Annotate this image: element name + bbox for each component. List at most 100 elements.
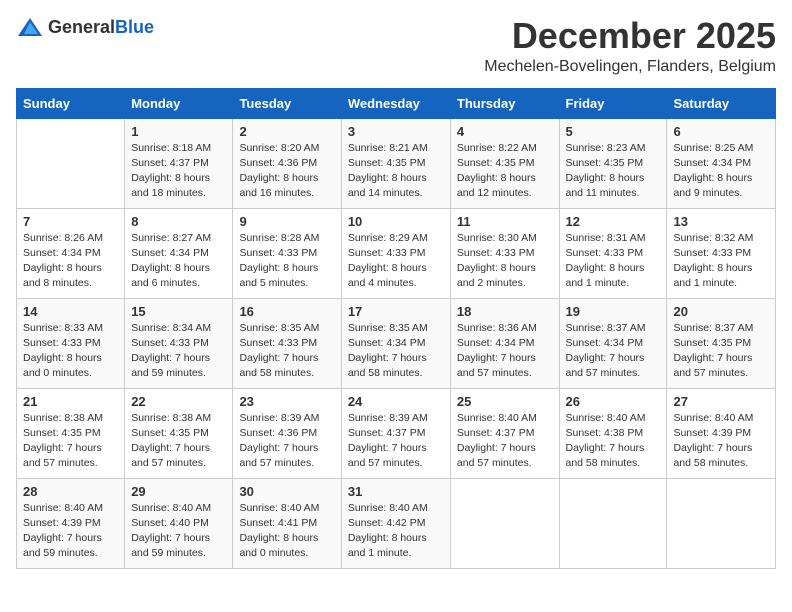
- calendar-week-row: 7 Sunrise: 8:26 AM Sunset: 4:34 PM Daylig…: [17, 208, 776, 298]
- day-info: Sunrise: 8:40 AM Sunset: 4:37 PM Dayligh…: [457, 411, 553, 472]
- calendar-cell: 9 Sunrise: 8:28 AM Sunset: 4:33 PM Daylig…: [233, 208, 341, 298]
- calendar-cell: [667, 478, 776, 568]
- day-number: 9: [239, 214, 334, 229]
- column-header-sunday: Sunday: [17, 88, 125, 118]
- day-number: 4: [457, 124, 553, 139]
- calendar-table: SundayMondayTuesdayWednesdayThursdayFrid…: [16, 88, 776, 569]
- calendar-cell: 13Sunrise: 8:32 AM Sunset: 4:33 PM Dayli…: [667, 208, 776, 298]
- calendar-header-row: SundayMondayTuesdayWednesdayThursdayFrid…: [17, 88, 776, 118]
- logo-general: GeneralBlue: [48, 18, 154, 38]
- day-info: Sunrise: 8:39 AM Sunset: 4:36 PM Dayligh…: [239, 411, 334, 472]
- logo: GeneralBlue: [16, 16, 154, 40]
- day-number: 15: [131, 304, 226, 319]
- column-header-thursday: Thursday: [450, 88, 559, 118]
- calendar-cell: 5 Sunrise: 8:23 AM Sunset: 4:35 PM Daylig…: [559, 118, 667, 208]
- day-info: Sunrise: 8:38 AM Sunset: 4:35 PM Dayligh…: [23, 411, 118, 472]
- day-info: Sunrise: 8:26 AM Sunset: 4:34 PM Dayligh…: [23, 231, 118, 292]
- calendar-cell: 8 Sunrise: 8:27 AM Sunset: 4:34 PM Daylig…: [125, 208, 233, 298]
- column-header-monday: Monday: [125, 88, 233, 118]
- day-info: Sunrise: 8:21 AM Sunset: 4:35 PM Dayligh…: [348, 141, 444, 202]
- day-info: Sunrise: 8:32 AM Sunset: 4:33 PM Dayligh…: [673, 231, 769, 292]
- day-info: Sunrise: 8:35 AM Sunset: 4:34 PM Dayligh…: [348, 321, 444, 382]
- calendar-cell: 30 Sunrise: 8:40 AM Sunset: 4:41 PM Dayli…: [233, 478, 341, 568]
- day-info: Sunrise: 8:30 AM Sunset: 4:33 PM Dayligh…: [457, 231, 553, 292]
- day-info: Sunrise: 8:40 AM Sunset: 4:41 PM Dayligh…: [239, 501, 334, 562]
- day-info: Sunrise: 8:35 AM Sunset: 4:33 PM Dayligh…: [239, 321, 334, 382]
- logo-icon: [16, 16, 44, 40]
- calendar-cell: 26Sunrise: 8:40 AM Sunset: 4:38 PM Dayli…: [559, 388, 667, 478]
- calendar-cell: 2Sunrise: 8:20 AM Sunset: 4:36 PM Daylig…: [233, 118, 341, 208]
- day-number: 16: [239, 304, 334, 319]
- calendar-cell: 10 Sunrise: 8:29 AM Sunset: 4:33 PM Dayli…: [341, 208, 450, 298]
- day-info: Sunrise: 8:40 AM Sunset: 4:38 PM Dayligh…: [566, 411, 661, 472]
- day-number: 3: [348, 124, 444, 139]
- calendar-cell: 19 Sunrise: 8:37 AM Sunset: 4:34 PM Dayli…: [559, 298, 667, 388]
- day-number: 2: [239, 124, 334, 139]
- day-info: Sunrise: 8:22 AM Sunset: 4:35 PM Dayligh…: [457, 141, 553, 202]
- day-info: Sunrise: 8:28 AM Sunset: 4:33 PM Dayligh…: [239, 231, 334, 292]
- day-number: 28: [23, 484, 118, 499]
- calendar-cell: 17 Sunrise: 8:35 AM Sunset: 4:34 PM Dayli…: [341, 298, 450, 388]
- calendar-week-row: 21 Sunrise: 8:38 AM Sunset: 4:35 PM Dayli…: [17, 388, 776, 478]
- day-info: Sunrise: 8:40 AM Sunset: 4:40 PM Dayligh…: [131, 501, 226, 562]
- day-number: 5: [566, 124, 661, 139]
- calendar-cell: 31 Sunrise: 8:40 AM Sunset: 4:42 PM Dayli…: [341, 478, 450, 568]
- day-number: 21: [23, 394, 118, 409]
- calendar-cell: 22 Sunrise: 8:38 AM Sunset: 4:35 PM Dayli…: [125, 388, 233, 478]
- day-number: 24: [348, 394, 444, 409]
- day-info: Sunrise: 8:27 AM Sunset: 4:34 PM Dayligh…: [131, 231, 226, 292]
- column-header-wednesday: Wednesday: [341, 88, 450, 118]
- calendar-cell: 1 Sunrise: 8:18 AM Sunset: 4:37 PM Daylig…: [125, 118, 233, 208]
- day-number: 7: [23, 214, 118, 229]
- day-number: 19: [566, 304, 661, 319]
- day-info: Sunrise: 8:25 AM Sunset: 4:34 PM Dayligh…: [673, 141, 769, 202]
- column-header-tuesday: Tuesday: [233, 88, 341, 118]
- calendar-cell: 15 Sunrise: 8:34 AM Sunset: 4:33 PM Dayli…: [125, 298, 233, 388]
- day-info: Sunrise: 8:38 AM Sunset: 4:35 PM Dayligh…: [131, 411, 226, 472]
- day-info: Sunrise: 8:23 AM Sunset: 4:35 PM Dayligh…: [566, 141, 661, 202]
- day-info: Sunrise: 8:37 AM Sunset: 4:35 PM Dayligh…: [673, 321, 769, 382]
- calendar-cell: 6Sunrise: 8:25 AM Sunset: 4:34 PM Daylig…: [667, 118, 776, 208]
- day-info: Sunrise: 8:40 AM Sunset: 4:39 PM Dayligh…: [23, 501, 118, 562]
- calendar-cell: 25 Sunrise: 8:40 AM Sunset: 4:37 PM Dayli…: [450, 388, 559, 478]
- day-info: Sunrise: 8:40 AM Sunset: 4:39 PM Dayligh…: [673, 411, 769, 472]
- calendar-cell: 28 Sunrise: 8:40 AM Sunset: 4:39 PM Dayli…: [17, 478, 125, 568]
- day-number: 22: [131, 394, 226, 409]
- day-number: 30: [239, 484, 334, 499]
- day-number: 8: [131, 214, 226, 229]
- day-number: 17: [348, 304, 444, 319]
- day-number: 11: [457, 214, 553, 229]
- calendar-cell: 24 Sunrise: 8:39 AM Sunset: 4:37 PM Dayli…: [341, 388, 450, 478]
- calendar-cell: 27Sunrise: 8:40 AM Sunset: 4:39 PM Dayli…: [667, 388, 776, 478]
- day-info: Sunrise: 8:36 AM Sunset: 4:34 PM Dayligh…: [457, 321, 553, 382]
- day-number: 18: [457, 304, 553, 319]
- calendar-week-row: 14Sunrise: 8:33 AM Sunset: 4:33 PM Dayli…: [17, 298, 776, 388]
- calendar-cell: 14Sunrise: 8:33 AM Sunset: 4:33 PM Dayli…: [17, 298, 125, 388]
- day-info: Sunrise: 8:34 AM Sunset: 4:33 PM Dayligh…: [131, 321, 226, 382]
- calendar-cell: 16 Sunrise: 8:35 AM Sunset: 4:33 PM Dayli…: [233, 298, 341, 388]
- calendar-cell: 23 Sunrise: 8:39 AM Sunset: 4:36 PM Dayli…: [233, 388, 341, 478]
- calendar-cell: [450, 478, 559, 568]
- day-number: 12: [566, 214, 661, 229]
- column-header-saturday: Saturday: [667, 88, 776, 118]
- day-number: 25: [457, 394, 553, 409]
- day-number: 29: [131, 484, 226, 499]
- calendar-cell: [17, 118, 125, 208]
- day-info: Sunrise: 8:39 AM Sunset: 4:37 PM Dayligh…: [348, 411, 444, 472]
- calendar-cell: 21 Sunrise: 8:38 AM Sunset: 4:35 PM Dayli…: [17, 388, 125, 478]
- day-info: Sunrise: 8:37 AM Sunset: 4:34 PM Dayligh…: [566, 321, 661, 382]
- day-number: 1: [131, 124, 226, 139]
- day-info: Sunrise: 8:40 AM Sunset: 4:42 PM Dayligh…: [348, 501, 444, 562]
- day-info: Sunrise: 8:29 AM Sunset: 4:33 PM Dayligh…: [348, 231, 444, 292]
- calendar-cell: 20Sunrise: 8:37 AM Sunset: 4:35 PM Dayli…: [667, 298, 776, 388]
- day-number: 23: [239, 394, 334, 409]
- title-block: December 2025 Mechelen-Bovelingen, Fland…: [484, 16, 776, 76]
- day-number: 10: [348, 214, 444, 229]
- calendar-week-row: 1 Sunrise: 8:18 AM Sunset: 4:37 PM Daylig…: [17, 118, 776, 208]
- day-info: Sunrise: 8:33 AM Sunset: 4:33 PM Dayligh…: [23, 321, 118, 382]
- day-number: 31: [348, 484, 444, 499]
- column-header-friday: Friday: [559, 88, 667, 118]
- calendar-cell: 11 Sunrise: 8:30 AM Sunset: 4:33 PM Dayli…: [450, 208, 559, 298]
- day-info: Sunrise: 8:18 AM Sunset: 4:37 PM Dayligh…: [131, 141, 226, 202]
- calendar-cell: 12Sunrise: 8:31 AM Sunset: 4:33 PM Dayli…: [559, 208, 667, 298]
